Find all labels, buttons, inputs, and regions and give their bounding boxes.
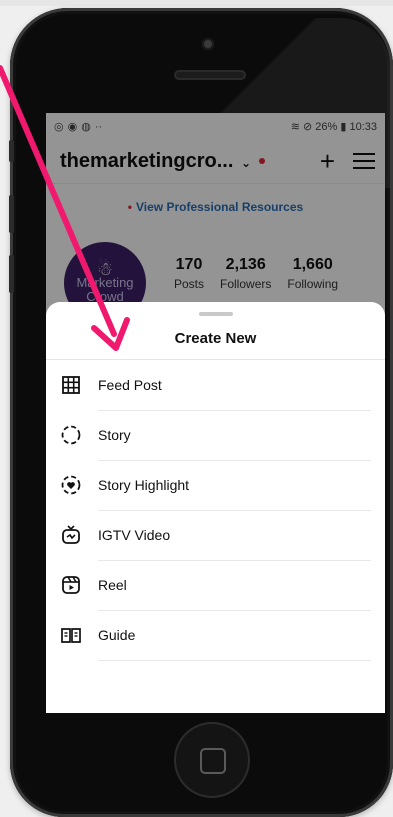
item-label: IGTV Video <box>98 510 371 561</box>
story-icon <box>60 424 82 446</box>
highlight-icon <box>60 474 82 496</box>
create-guide[interactable]: Guide <box>46 610 385 661</box>
guide-icon <box>60 624 82 646</box>
item-label: Story Highlight <box>98 460 371 511</box>
home-square-icon <box>200 748 226 774</box>
phone-screen: ◎ ◉ ◍ ·· ≋ ⊘ 26% ▮ 10:33 themarketingcro...… <box>46 113 385 713</box>
home-button[interactable] <box>174 722 250 798</box>
sheet-title: Create New <box>46 316 385 360</box>
volume-up-button <box>9 195 14 233</box>
create-new-sheet: Create New Feed Post Story Story Highlig… <box>46 302 385 713</box>
create-feed-post[interactable]: Feed Post <box>46 360 385 411</box>
item-label: Story <box>98 410 371 461</box>
front-camera <box>202 38 214 50</box>
page-background-strip <box>0 0 393 6</box>
item-label: Feed Post <box>98 360 371 411</box>
reel-icon <box>60 574 82 596</box>
create-igtv-video[interactable]: IGTV Video <box>46 510 385 561</box>
mute-switch <box>9 140 14 162</box>
create-story[interactable]: Story <box>46 410 385 461</box>
grid-icon <box>60 374 82 396</box>
item-label: Guide <box>98 610 371 661</box>
item-label: Reel <box>98 560 371 611</box>
igtv-icon <box>60 524 82 546</box>
earpiece-speaker <box>174 70 246 80</box>
create-story-highlight[interactable]: Story Highlight <box>46 460 385 511</box>
create-reel[interactable]: Reel <box>46 560 385 611</box>
volume-down-button <box>9 255 14 293</box>
